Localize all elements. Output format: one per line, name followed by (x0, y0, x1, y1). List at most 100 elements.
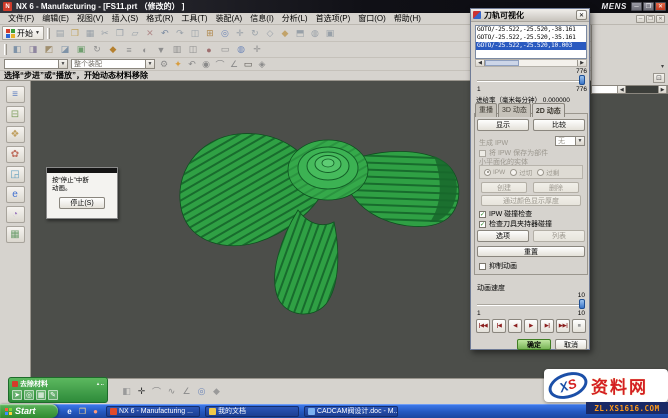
play-to-start-button[interactable]: |◀◀ (476, 319, 490, 333)
task-my-documents[interactable]: 我的文档 (205, 406, 299, 417)
generate-toolpath-icon[interactable]: ▣ (74, 43, 88, 56)
step-forward-button[interactable]: ▶| (540, 319, 554, 333)
show-button[interactable]: 显示 (477, 119, 529, 131)
shop-doc-icon[interactable]: ▥ (170, 43, 184, 56)
menu-item[interactable]: 信息(I) (246, 13, 278, 24)
reuse-library-icon[interactable]: ✿ (6, 146, 25, 163)
create-method-icon[interactable]: ◪ (58, 43, 72, 56)
workpiece-icon[interactable]: ◍ (234, 43, 248, 56)
ipw-part-propeller[interactable] (150, 112, 470, 322)
toolpath-divide-icon[interactable]: ◫ (186, 43, 200, 56)
media-player-icon[interactable]: ● (90, 406, 101, 417)
goto-motion-list[interactable]: GOTO/-25.522,-25.520,-38.161GOTO/-25.522… (475, 25, 587, 59)
start-button[interactable]: Start (0, 404, 58, 418)
mdi-close-button[interactable]: ✕ (656, 15, 665, 23)
open-icon[interactable]: ❒ (68, 27, 82, 40)
arc-center-snap-icon[interactable]: ⌒ (214, 59, 226, 70)
assembly-navigator-icon[interactable]: ≡ (6, 86, 25, 103)
play-forward-button[interactable]: ▶ (524, 319, 538, 333)
wireframe-icon[interactable]: ◇ (263, 27, 277, 40)
tab[interactable]: 重播 (475, 103, 497, 117)
solid-icon[interactable]: ◆ (210, 385, 223, 398)
task-word-doc[interactable]: CADCAM阀设计.doc - M... (304, 406, 398, 417)
ie-icon[interactable]: e (64, 406, 75, 417)
select-highlight-icon[interactable]: ✦ (172, 59, 184, 70)
thickness-by-color-button[interactable]: 通过颜色显示厚度 (481, 195, 581, 206)
redo-icon[interactable]: ↷ (173, 27, 187, 40)
point-icon[interactable]: ✛ (135, 385, 148, 398)
verify-toolpath-icon[interactable]: ◆ (106, 43, 120, 56)
show-desktop-icon[interactable]: ❒ (77, 406, 88, 417)
menu-item[interactable]: 首选项(P) (312, 13, 355, 24)
reset-button[interactable]: 重置 (477, 246, 585, 257)
magnifier-icon[interactable]: ◎ (24, 390, 34, 400)
slider-thumb[interactable] (579, 75, 585, 85)
arc-icon[interactable]: ⌒ (150, 385, 163, 398)
mcs-icon[interactable]: ✛ (250, 43, 264, 56)
ok-button[interactable]: 确定 (517, 339, 551, 350)
play-backward-button[interactable]: ◀ (508, 319, 522, 333)
ipw-collision-checkbox[interactable]: ✓ IPW 碰撞检查 (479, 209, 532, 219)
save-icon[interactable]: ▦ (83, 27, 97, 40)
lasso-select-icon[interactable]: ◈ (256, 59, 268, 70)
checkbox-checked-box[interactable]: ✓ (479, 221, 486, 228)
undo-icon[interactable]: ↶ (158, 27, 172, 40)
mdi-restore-button[interactable]: ❐ (646, 15, 655, 23)
selection-scope-combobox[interactable]: 整个装配 ▼ (71, 59, 155, 69)
grid-icon[interactable]: ▦ (36, 390, 46, 400)
zoom-icon[interactable]: ◎ (218, 27, 232, 40)
feeds-speeds-icon[interactable]: ● (202, 43, 216, 56)
minimize-button[interactable]: ─ (631, 2, 642, 11)
menu-item[interactable]: 格式(R) (142, 13, 177, 24)
paste-icon[interactable]: ▱ (128, 27, 142, 40)
cancel-button[interactable]: 取消 (555, 339, 587, 350)
compare-button[interactable]: 比较 (533, 119, 585, 131)
collapse-icon[interactable]: ▴ ‥ (97, 381, 104, 387)
radio-button[interactable] (510, 169, 517, 176)
checkbox-box[interactable] (479, 263, 486, 270)
zoom-help-icon[interactable]: ◎ (195, 385, 208, 398)
create-button[interactable]: 创建 (481, 182, 527, 193)
cut-icon[interactable]: ✂ (98, 27, 112, 40)
list-button[interactable]: 列表 (533, 230, 585, 242)
goto-list-item[interactable]: GOTO/-25.522,-25.520,-35.161 (476, 34, 586, 42)
system-materials-icon[interactable]: ▦ (6, 226, 25, 243)
dialog-title-bar[interactable]: 刀轨可视化 ✕ (471, 9, 589, 22)
close-button[interactable]: ✕ (655, 2, 666, 11)
menu-item[interactable]: 视图(V) (73, 13, 108, 24)
generate-ipw-dropdown[interactable]: 无 ▼ (555, 136, 585, 146)
copy-icon[interactable]: ❐ (113, 27, 127, 40)
step-back-button[interactable]: |◀ (492, 319, 506, 333)
web-browser-icon[interactable]: e (6, 186, 25, 203)
window-icon[interactable]: ▣ (323, 27, 337, 40)
replay-toolpath-icon[interactable]: ↻ (90, 43, 104, 56)
checkbox-box[interactable] (479, 150, 486, 157)
pointer-icon[interactable]: ➤ (12, 390, 22, 400)
menu-item[interactable]: 窗口(O) (354, 13, 390, 24)
type-filter-combobox[interactable]: ▼ (4, 59, 68, 69)
menu-item[interactable]: 帮助(H) (390, 13, 425, 24)
snap-settings-gear-icon[interactable]: ⚙ (158, 59, 170, 70)
spline-icon[interactable]: ∿ (165, 385, 178, 398)
delete-icon[interactable]: ✕ (143, 27, 157, 40)
menu-item[interactable]: 插入(S) (108, 13, 143, 24)
animation-speed-slider[interactable] (477, 299, 585, 309)
menu-item[interactable]: 工具(T) (177, 13, 211, 24)
tab[interactable]: 2D 动态 (532, 103, 565, 117)
sculpt-body-icon[interactable]: ◧ (120, 385, 133, 398)
menu-item[interactable]: 装配(A) (212, 13, 247, 24)
select-all-icon[interactable]: ◉ (200, 59, 212, 70)
snapshot-icon[interactable]: ◍ (308, 27, 322, 40)
hd3d-tools-icon[interactable]: ◲ (6, 166, 25, 183)
radio-option[interactable]: 过切 (510, 167, 532, 177)
screenshot-icon[interactable]: ◫ (188, 27, 202, 40)
goto-list-scrollbar[interactable]: ◀ ▶ (475, 59, 587, 67)
shaded-view-icon[interactable]: ◆ (278, 27, 292, 40)
pan-icon[interactable]: ✛ (233, 27, 247, 40)
rectangle-select-icon[interactable]: ▭ (242, 59, 254, 70)
measure-angle-icon[interactable]: ∠ (180, 385, 193, 398)
fit-view-icon[interactable]: ⊞ (203, 27, 217, 40)
boundary-icon[interactable]: ▭ (218, 43, 232, 56)
scroll-left-arrow[interactable]: ◀ (476, 60, 485, 66)
history-icon[interactable]: ◔ (6, 206, 25, 223)
